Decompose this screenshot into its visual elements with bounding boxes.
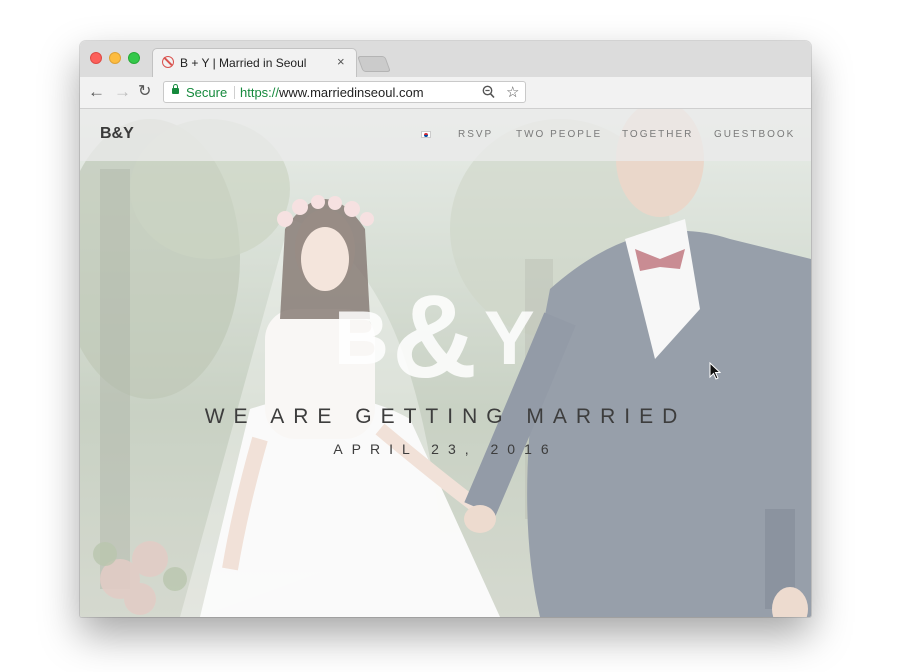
address-separator — [234, 86, 235, 99]
title-bar: B + Y | Married in Seoul × — [80, 41, 811, 78]
nav-link-guestbook[interactable]: GUESTBOOK — [714, 129, 795, 140]
zoom-window-button[interactable] — [128, 52, 140, 64]
page-viewport: B&Y RSVP TWO PEOPLE TOGETHER GUESTBOOK B… — [80, 109, 811, 617]
hero-logo-b: B — [334, 296, 389, 381]
hero-logo-y: Y — [484, 296, 535, 381]
hero-tagline: WE ARE GETTING MARRIED — [204, 405, 687, 428]
hero-logo: B & Y — [334, 271, 554, 409]
browser-toolbar: ← → ↻ Secure https://www.marriedinseoul.… — [80, 77, 811, 109]
bookmark-star-icon[interactable]: ☆ — [506, 83, 519, 101]
reload-icon[interactable]: ↻ — [138, 82, 151, 102]
secure-label: Secure — [186, 85, 228, 100]
back-arrow-icon[interactable]: ← — [88, 82, 105, 102]
nav-link-together[interactable]: TOGETHER — [622, 129, 693, 140]
browser-window: B + Y | Married in Seoul × ← → ↻ Secure … — [80, 41, 811, 617]
close-window-button[interactable] — [90, 52, 102, 64]
lock-icon — [172, 84, 179, 94]
site-navigation: B&Y RSVP TWO PEOPLE TOGETHER GUESTBOOK — [80, 109, 811, 161]
url-protocol: https:// — [240, 85, 280, 100]
url-host: www.marriedinseoul.com — [279, 85, 424, 100]
url-text[interactable]: https://www.marriedinseoul.com — [240, 85, 424, 100]
prohibited-icon — [162, 56, 174, 68]
tab-title: B + Y | Married in Seoul — [180, 56, 307, 70]
new-tab-button[interactable] — [357, 56, 391, 72]
minimize-window-button[interactable] — [109, 52, 121, 64]
korea-flag-icon[interactable] — [421, 131, 431, 138]
tab-close-icon[interactable]: × — [337, 54, 345, 69]
hero-date: APRIL 23, 2016 — [333, 441, 558, 457]
zoom-icon[interactable] — [482, 85, 495, 99]
nav-link-rsvp[interactable]: RSVP — [458, 129, 493, 140]
mouse-cursor-icon — [709, 362, 721, 380]
forward-arrow-icon[interactable]: → — [114, 82, 131, 102]
browser-tab[interactable]: B + Y | Married in Seoul × — [152, 48, 357, 78]
address-bar[interactable]: Secure https://www.marriedinseoul.com ☆ — [163, 81, 526, 103]
hero-logo-ampersand: & — [392, 271, 478, 403]
site-logo[interactable]: B&Y — [100, 125, 134, 143]
nav-link-two-people[interactable]: TWO PEOPLE — [516, 129, 602, 140]
